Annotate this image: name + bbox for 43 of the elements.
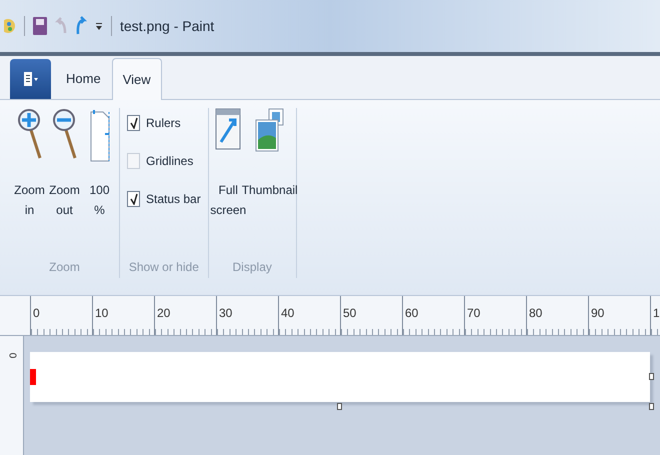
ruler-label: 50 bbox=[342, 305, 358, 322]
resize-handle[interactable] bbox=[649, 373, 654, 380]
checkbox[interactable] bbox=[127, 115, 140, 131]
ribbon-tab[interactable]: Home bbox=[55, 59, 112, 99]
full-screen-icon[interactable] bbox=[215, 108, 242, 150]
ruler-label: 70 bbox=[466, 305, 482, 322]
checkbox[interactable] bbox=[127, 153, 140, 169]
resize-handle[interactable] bbox=[337, 403, 342, 410]
group-label: Display bbox=[232, 259, 272, 276]
window-title: test.png - Paint bbox=[120, 16, 214, 36]
redo-icon[interactable] bbox=[75, 16, 87, 36]
ribbon-tab[interactable]: View bbox=[112, 58, 162, 100]
menu-icon[interactable] bbox=[22, 72, 38, 86]
page-icon[interactable] bbox=[90, 108, 110, 162]
ruler-label: 10 bbox=[94, 305, 110, 322]
thumbnail-icon[interactable] bbox=[254, 108, 285, 152]
resize-handle[interactable] bbox=[649, 403, 654, 410]
ruler-label: 40 bbox=[280, 305, 296, 322]
customize-caret-icon[interactable] bbox=[95, 21, 103, 31]
ruler-label: 30 bbox=[218, 305, 234, 322]
painted-pixel-mark bbox=[30, 369, 36, 385]
group-label: Zoom bbox=[49, 259, 80, 276]
ruler-label: 80 bbox=[528, 305, 544, 322]
ruler-label: 0 bbox=[32, 305, 41, 322]
zoom-in-icon[interactable] bbox=[18, 108, 42, 160]
ruler-label: 0 bbox=[5, 352, 18, 358]
ruler-label: 1 bbox=[652, 305, 660, 322]
paint-menu-button[interactable] bbox=[10, 59, 51, 99]
checkbox-label[interactable]: Gridlines bbox=[146, 152, 194, 170]
zoom-in-button[interactable]: Zoom in bbox=[14, 180, 45, 220]
ruler-label: 20 bbox=[156, 305, 172, 322]
ruler-label: 90 bbox=[590, 305, 606, 322]
paint-app-icon bbox=[4, 16, 16, 36]
checkbox[interactable] bbox=[127, 191, 140, 207]
checkbox-label[interactable]: Rulers bbox=[146, 114, 181, 132]
group-label: Show or hide bbox=[128, 259, 199, 276]
zoom-out-icon[interactable] bbox=[52, 108, 76, 160]
actual-size-button[interactable]: 100 % bbox=[85, 180, 114, 220]
checkbox-label[interactable]: Status bar bbox=[146, 190, 201, 208]
zoom-out-button[interactable]: Zoom out bbox=[49, 180, 80, 220]
ruler-label: 60 bbox=[404, 305, 420, 322]
thumbnail-button[interactable]: Thumbnail bbox=[242, 180, 298, 200]
save-icon[interactable] bbox=[33, 17, 47, 35]
